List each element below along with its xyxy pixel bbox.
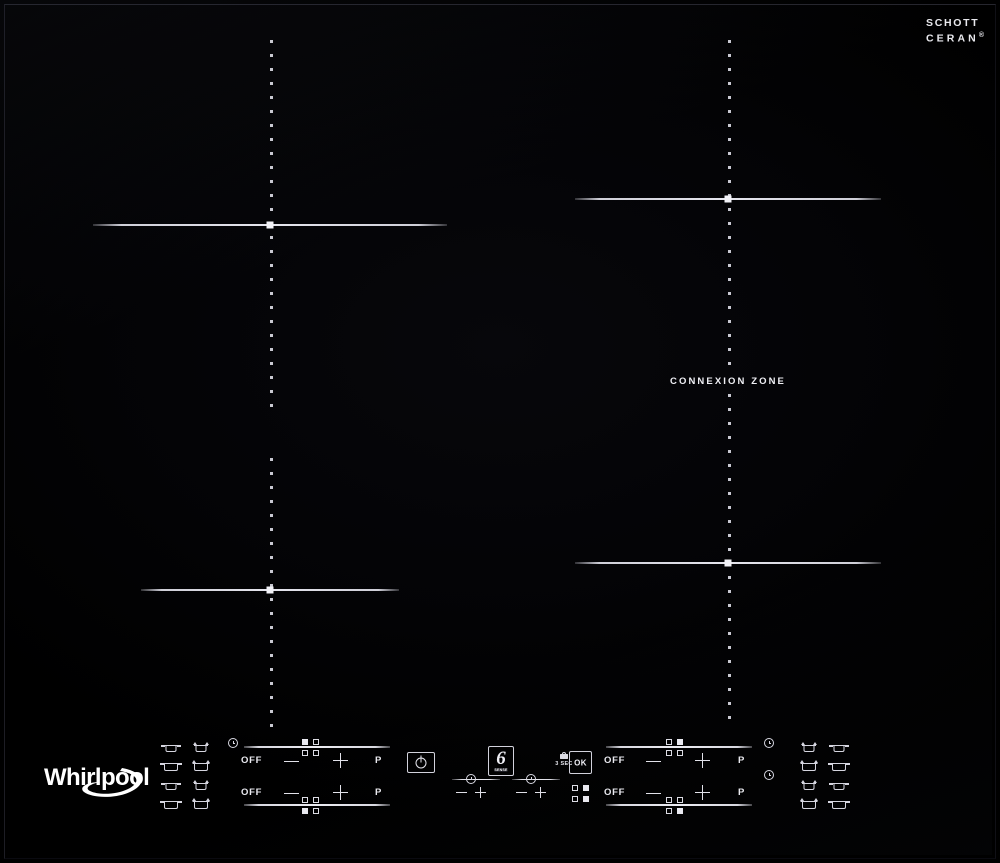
timer-indicator-right-top [764,738,774,748]
ceran-line: CERAN® [925,31,984,45]
connexion-quad-icon-left-top[interactable] [302,739,319,756]
cookware-icon [160,795,182,813]
clock-icon-center-right [526,774,536,784]
cookware-icon [160,776,182,794]
off-button-right-bottom[interactable]: OFF [604,787,625,798]
cookware-icon [798,757,820,775]
off-button-left-top[interactable]: OFF [241,755,262,766]
cookware-icon [798,738,820,756]
quad-square [666,797,672,803]
quad-square [302,808,308,814]
sixth-sense-digit: 6 [496,748,506,769]
connexion-quad-icon-right-bottom[interactable] [666,797,683,814]
boost-button-left-bottom[interactable]: P [375,787,382,798]
cookware-icon [190,757,212,775]
boost-button-left-top[interactable]: P [375,755,382,766]
off-button-right-top[interactable]: OFF [604,755,625,766]
quad-square [677,808,683,814]
cookware-icon [798,795,820,813]
cookware-icon [160,738,182,756]
increase-button-left-top[interactable] [333,753,348,768]
whirlpool-logo: Whirlpool [44,762,176,802]
quad-square [302,750,308,756]
cookware-icon [828,757,850,775]
induction-hob: SCHOTT CERAN® CONNEXION ZONE Whirlpool O… [0,0,1000,863]
cookware-icon [190,795,212,813]
ok-button-label: OK [574,758,587,767]
timer-slider-center-right[interactable] [512,779,560,781]
quad-square [313,750,319,756]
decrease-button-right-top[interactable] [646,754,661,769]
connexion-quad-icon-left-bottom[interactable] [302,797,319,814]
quad-square [302,739,308,745]
padlock-body [560,754,568,759]
timer-decrease-center-right[interactable] [516,787,527,798]
decrease-button-right-bottom[interactable] [646,786,661,801]
ok-button[interactable]: OK [569,751,592,774]
cookware-size-indicators-right [798,738,850,813]
schott-line: SCHOTT [925,17,980,29]
quad-square [313,808,319,814]
increase-button-left-bottom[interactable] [333,785,348,800]
cookware-icon [160,757,182,775]
flexi-zone-quad-icon[interactable] [572,785,589,802]
cookware-icon [190,776,212,794]
power-icon [415,755,427,768]
quad-square [313,739,319,745]
cookware-icon [798,776,820,794]
quad-square [677,739,683,745]
timer-decrease-center-left[interactable] [456,787,467,798]
cookware-size-indicators-left [160,738,212,813]
cookware-icon [190,738,212,756]
sixth-sense-button[interactable]: 6 SENSE [488,746,514,776]
glass-ceramic-surface [4,4,996,859]
timer-increase-center-right[interactable] [535,787,546,798]
quad-square [572,796,578,802]
cookware-icon [828,795,850,813]
connexion-quad-icon-right-top[interactable] [666,739,683,756]
boost-button-right-bottom[interactable]: P [738,787,745,798]
increase-button-right-top[interactable] [695,753,710,768]
increase-button-right-bottom[interactable] [695,785,710,800]
timer-indicator-left-top [228,738,238,748]
quad-square [677,750,683,756]
timer-increase-center-left[interactable] [475,787,486,798]
quad-square [313,797,319,803]
timer-indicator-right-bottom [764,770,774,780]
quad-square [583,796,589,802]
decrease-button-left-bottom[interactable] [284,786,299,801]
registered-mark: ® [978,31,984,39]
quad-square [677,797,683,803]
off-button-left-bottom[interactable]: OFF [241,787,262,798]
timer-slider-center-left[interactable] [452,779,500,781]
quad-square [666,750,672,756]
power-button[interactable] [407,752,435,773]
decrease-button-left-top[interactable] [284,754,299,769]
quad-square [666,739,672,745]
clock-icon-center-left [466,774,476,784]
cookware-icon [828,776,850,794]
sixth-sense-label: SENSE [494,768,508,772]
quad-square [666,808,672,814]
cookware-icon [828,738,850,756]
connexion-zone-label: CONNEXION ZONE [670,376,786,387]
schott-ceran-logo: SCHOTT CERAN® [926,17,984,45]
quad-square [302,797,308,803]
quad-square [572,785,578,791]
quad-square [583,785,589,791]
padlock-icon [560,752,568,759]
whirlpool-swoosh [82,768,142,797]
boost-button-right-top[interactable]: P [738,755,745,766]
